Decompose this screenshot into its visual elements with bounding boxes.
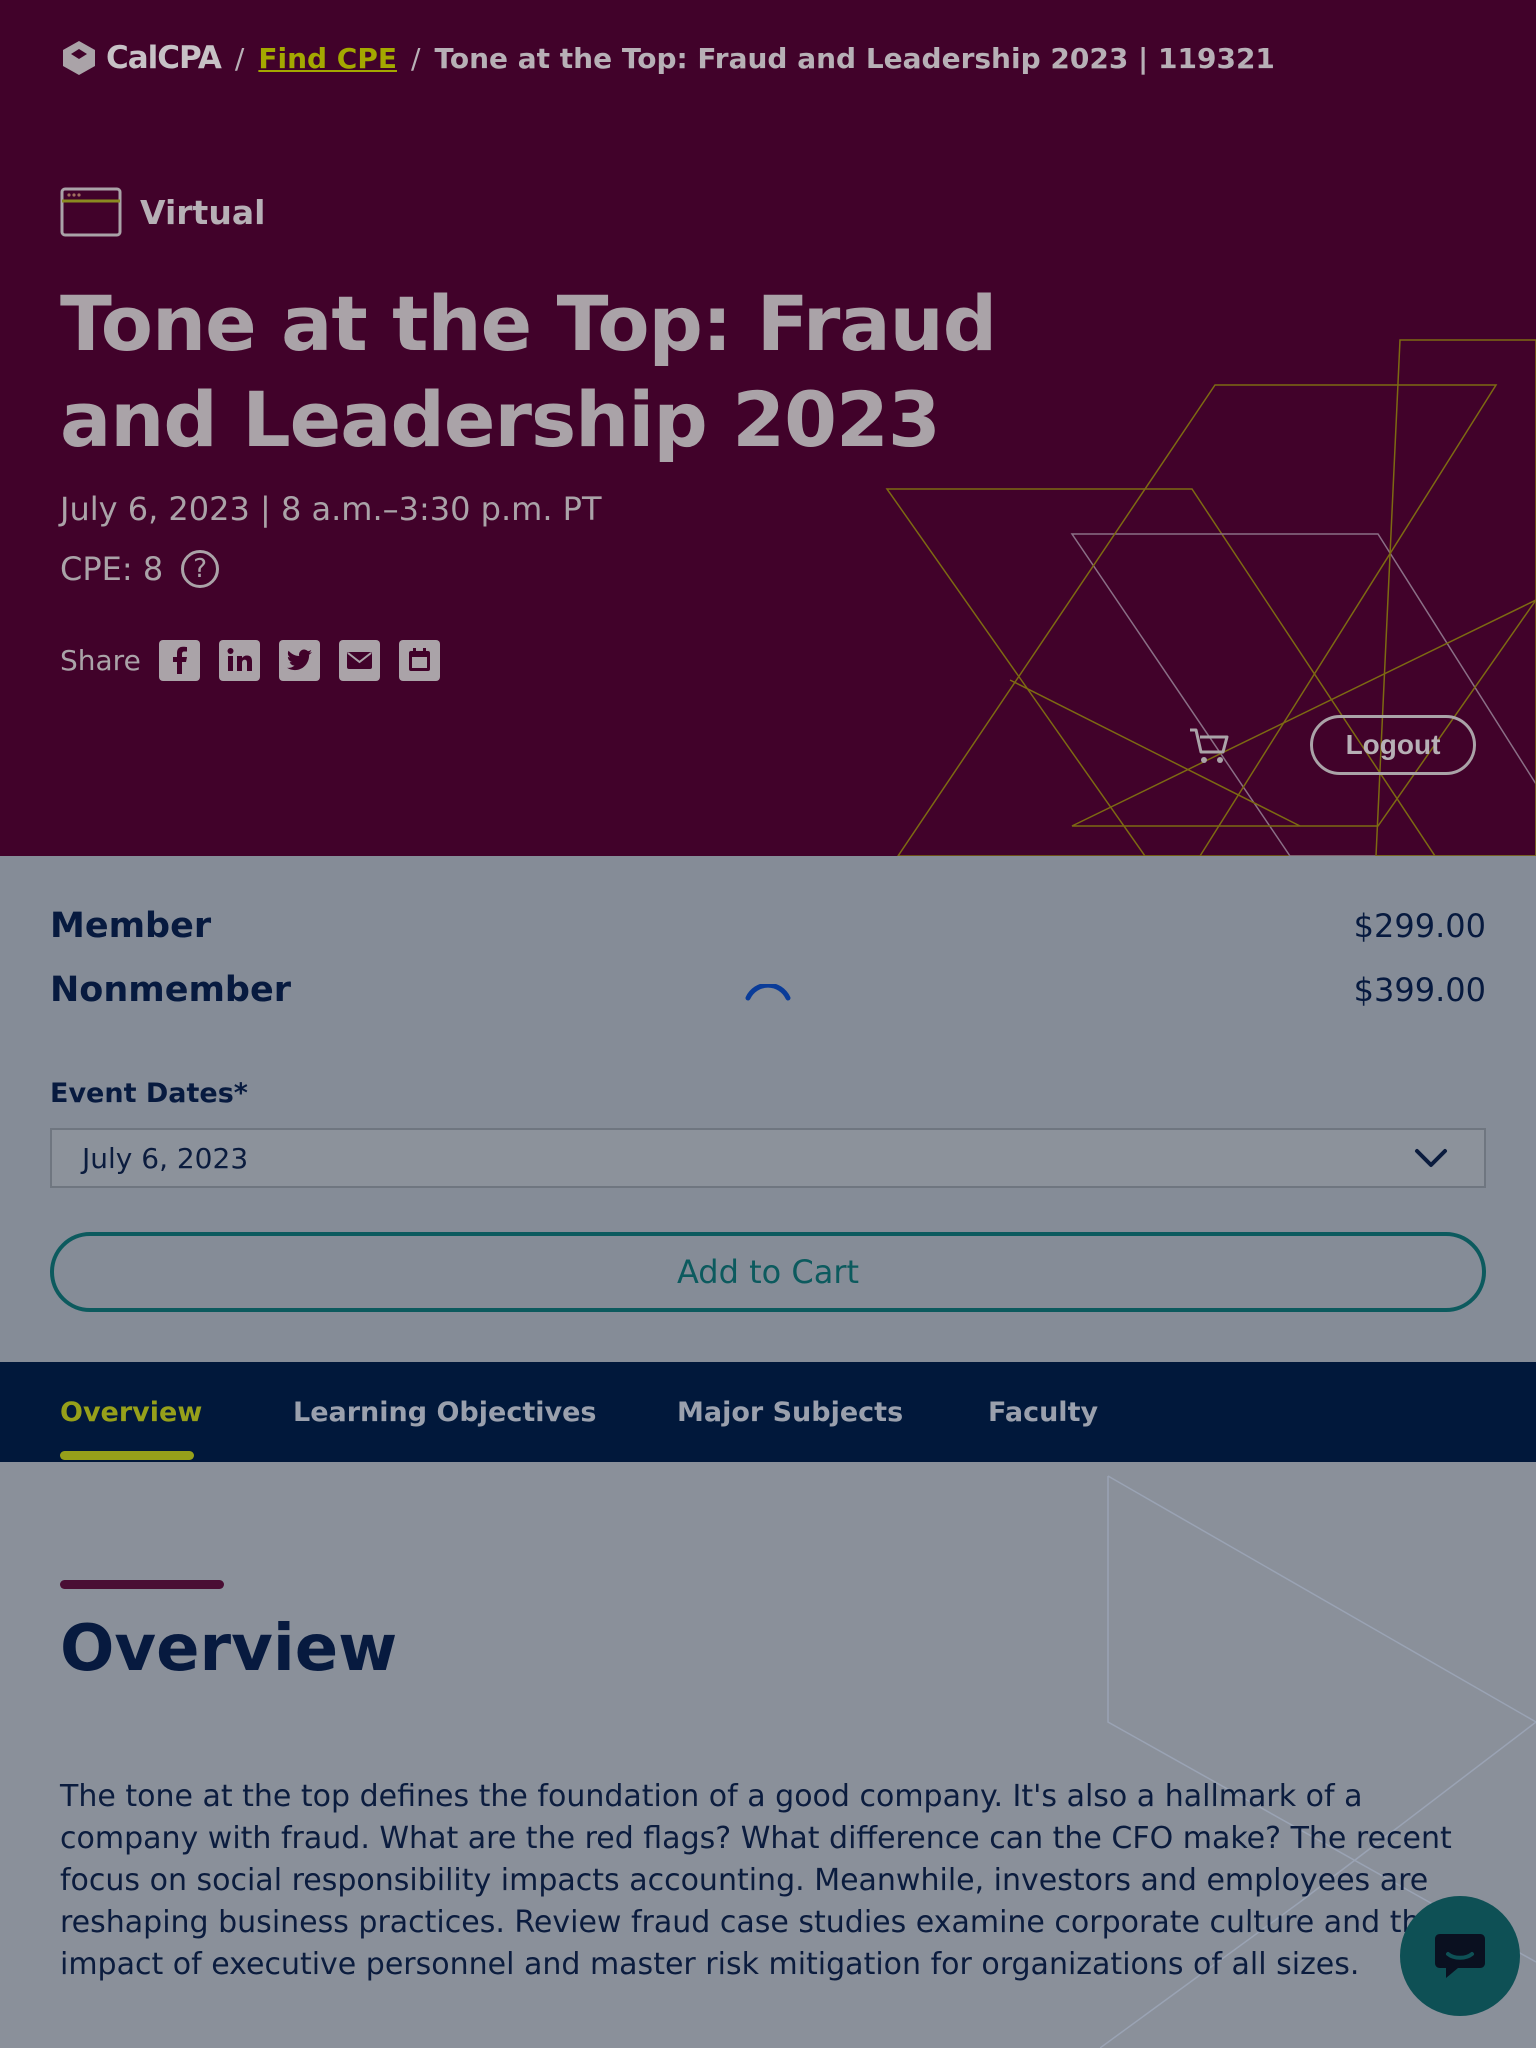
add-to-cart-button[interactable]: Add to Cart [50,1232,1486,1312]
breadcrumb-find-cpe[interactable]: Find CPE [258,42,397,75]
event-hero: CalCPA / Find CPE / Tone at the Top: Fra… [0,0,1536,856]
facebook-icon[interactable] [158,640,200,681]
share-bar: Share [60,640,440,681]
event-format: Virtual [60,187,265,237]
section-accent-bar [60,1580,224,1589]
logout-button[interactable]: Logout [1310,715,1476,775]
calcpa-logo-icon [63,41,95,75]
selected-date: July 6, 2023 [82,1141,249,1175]
event-dates-label: Event Dates* [50,1078,248,1109]
twitter-icon[interactable] [278,640,320,681]
logo-text: CalCPA [106,40,222,76]
loading-spinner-icon [745,984,791,1001]
linkedin-icon[interactable] [218,640,260,681]
tab-overview[interactable]: Overview [60,1362,202,1462]
price-label: Member [50,906,212,946]
breadcrumb-separator: / [234,41,245,75]
format-label: Virtual [140,192,266,232]
cpe-label: CPE: 8 [60,550,164,588]
calendar-icon[interactable] [398,640,440,681]
cpe-credits: CPE: 8 ? [60,550,220,588]
tab-faculty[interactable]: Faculty [988,1362,1098,1462]
section-tabs: Overview Learning Objectives Major Subje… [0,1362,1536,1462]
breadcrumb: CalCPA / Find CPE / Tone at the Top: Fra… [60,38,1275,78]
overview-heading: Overview [60,1612,398,1686]
active-tab-indicator [60,1451,194,1460]
chat-bubble-icon [1435,1934,1485,1978]
event-date-time: July 6, 2023 | 8 a.m.–3:30 p.m. PT [60,490,602,528]
browser-window-icon [60,187,122,237]
calcpa-logo[interactable]: CalCPA [60,39,222,77]
price-value: $299.00 [1353,907,1486,945]
breadcrumb-separator: / [411,41,421,75]
tab-learning-objectives[interactable]: Learning Objectives [293,1362,596,1462]
event-dates-select[interactable]: July 6, 2023 [50,1128,1486,1188]
price-value: $399.00 [1353,971,1486,1009]
overview-text: The tone at the top defines the foundati… [60,1779,1452,1982]
chevron-down-icon [1415,1149,1447,1167]
cart-icon[interactable] [1188,724,1232,768]
event-title: Tone at the Top: Fraud and Leadership 20… [60,279,997,464]
chat-button[interactable] [1400,1896,1520,2016]
breadcrumb-current: Tone at the Top: Fraud and Leadership 20… [434,41,1275,75]
email-icon[interactable] [338,640,380,681]
tab-major-subjects[interactable]: Major Subjects [677,1362,903,1462]
share-label: Share [60,644,141,677]
price-row-member: Member $299.00 [50,906,1486,946]
price-label: Nonmember [50,970,291,1010]
help-icon[interactable]: ? [181,550,220,588]
